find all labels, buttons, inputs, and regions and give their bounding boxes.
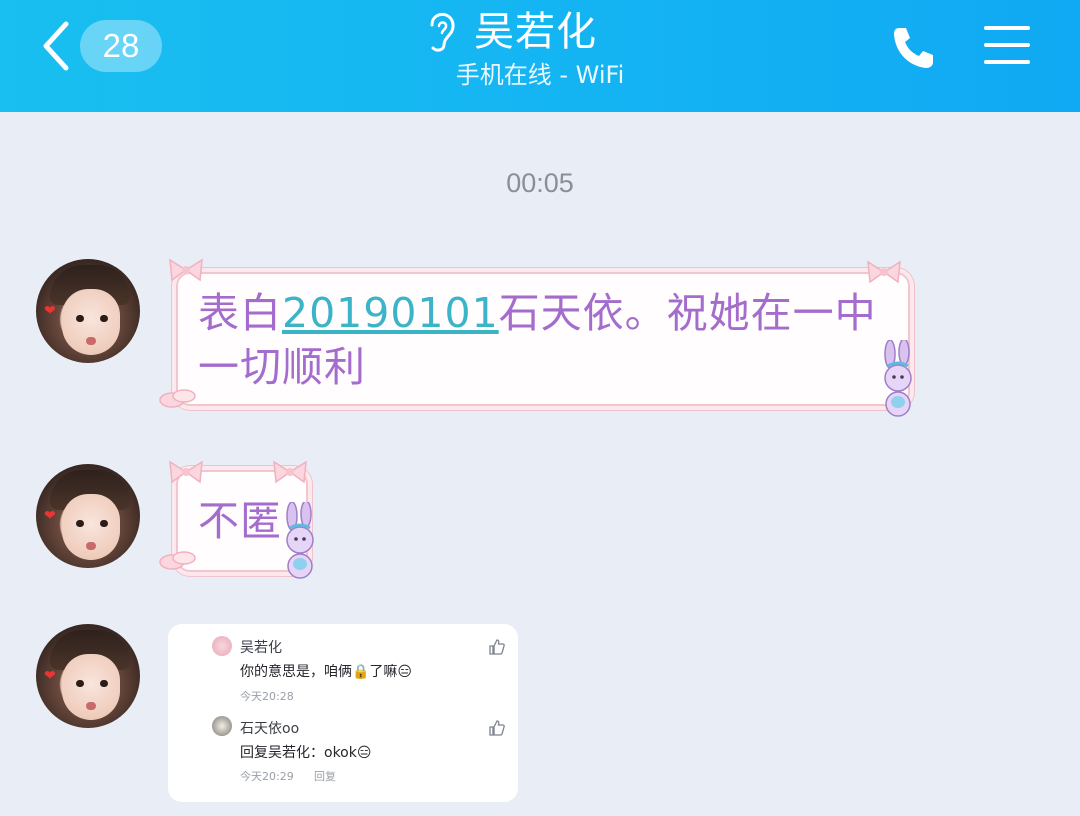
ballet-shoes-icon <box>159 389 196 408</box>
sender-avatar[interactable]: ❤ <box>36 259 140 363</box>
phone-icon[interactable] <box>890 24 936 70</box>
commenter-avatar <box>212 636 232 656</box>
bunny-sticker-icon <box>286 502 314 579</box>
comment-time: 今天20:28 <box>240 690 294 703</box>
comment-time: 今天20:29 <box>240 770 294 783</box>
hamburger-menu-icon[interactable] <box>984 24 1030 66</box>
thumbs-up-icon[interactable] <box>488 719 506 737</box>
message-timestamp: 00:05 <box>506 168 574 198</box>
contact-name-title: 吴若化 <box>474 9 597 55</box>
commenter-avatar <box>212 716 232 736</box>
ribbon-bow-icon <box>169 460 203 484</box>
message-text: 不匿 <box>198 497 282 545</box>
ribbon-bow-icon <box>867 260 901 284</box>
commenter-name: 吴若化 <box>240 640 282 656</box>
comment-screenshot-card[interactable]: 吴若化 你的意思是，咱俩🔒了嘛😑 今天20:28 石天依oo 回复吴若化：oko… <box>168 624 518 802</box>
message-text: 表白20190101石天依。祝她在一中 <box>198 289 877 337</box>
comment-text: 你的意思是，咱俩🔒了嘛😑 <box>240 664 413 680</box>
ear-icon[interactable] <box>424 11 458 53</box>
reply-link[interactable]: 回复 <box>314 768 336 784</box>
comment-text: 回复吴若化：okok😑 <box>240 745 372 761</box>
sender-avatar[interactable]: ❤ <box>36 624 140 728</box>
ribbon-bow-icon <box>273 460 307 484</box>
bunny-sticker-icon <box>884 340 912 417</box>
number-link[interactable]: 20190101 <box>282 289 499 337</box>
chat-header: 28 吴若化 手机在线 - WiFi <box>0 0 1080 112</box>
sender-avatar[interactable]: ❤ <box>36 464 140 568</box>
ballet-shoes-icon <box>159 551 196 570</box>
commenter-name: 石天依oo <box>240 721 300 737</box>
message-bubble[interactable]: 表白20190101石天依。祝她在一中 一切顺利 <box>176 272 910 406</box>
ribbon-bow-icon <box>169 258 203 282</box>
message-text-line2: 一切顺利 <box>198 343 366 391</box>
thumbs-up-icon[interactable] <box>488 638 506 656</box>
